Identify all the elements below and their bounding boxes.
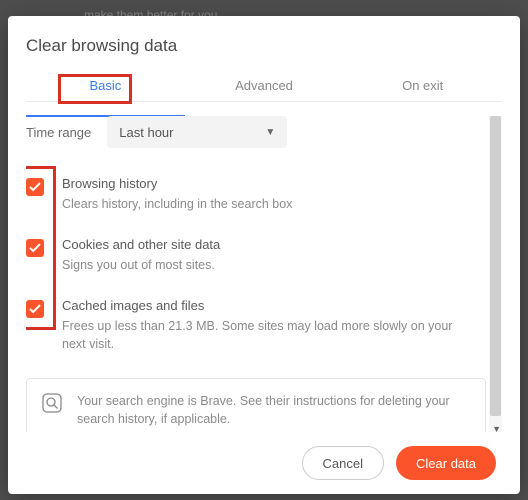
option-cookies[interactable]: Cookies and other site data Signs you ou… xyxy=(26,237,486,274)
dialog-footer: Cancel Clear data xyxy=(26,432,502,480)
option-text: Cookies and other site data Signs you ou… xyxy=(62,237,220,274)
chevron-down-icon: ▼ xyxy=(265,127,275,138)
checkbox-cached[interactable] xyxy=(26,300,44,318)
option-title: Browsing history xyxy=(62,176,292,191)
dialog-scrollarea[interactable]: Time range Last hour ▼ Browsing history … xyxy=(26,116,490,432)
option-desc: Signs you out of most sites. xyxy=(62,256,220,274)
time-range-select[interactable]: Last hour ▼ xyxy=(107,116,287,148)
option-browsing-history[interactable]: Browsing history Clears history, includi… xyxy=(26,176,486,213)
tab-on-exit[interactable]: On exit xyxy=(343,70,502,101)
scrollbar-track[interactable]: ▼ xyxy=(489,116,502,432)
option-title: Cached images and files xyxy=(62,298,462,313)
option-text: Browsing history Clears history, includi… xyxy=(62,176,292,213)
option-cached[interactable]: Cached images and files Frees up less th… xyxy=(26,298,486,353)
scrollbar-down-icon[interactable]: ▼ xyxy=(492,424,501,432)
clear-browsing-data-dialog: Clear browsing data Basic Advanced On ex… xyxy=(8,16,520,494)
scrollbar-thumb[interactable] xyxy=(490,116,501,416)
dialog-tabs: Basic Advanced On exit xyxy=(26,70,502,102)
dialog-title: Clear browsing data xyxy=(26,36,502,56)
checkmark-icon xyxy=(29,242,41,254)
dialog-body: Time range Last hour ▼ Browsing history … xyxy=(26,116,502,432)
time-range-value: Last hour xyxy=(119,125,173,140)
checkmark-icon xyxy=(29,303,41,315)
checkmark-icon xyxy=(29,181,41,193)
time-range-row: Time range Last hour ▼ xyxy=(26,116,486,148)
time-range-label: Time range xyxy=(26,125,91,140)
search-info-icon xyxy=(41,392,63,414)
cancel-button[interactable]: Cancel xyxy=(302,446,384,480)
search-engine-info-text: Your search engine is Brave. See their i… xyxy=(77,392,471,430)
clear-data-button[interactable]: Clear data xyxy=(396,446,496,480)
option-text: Cached images and files Frees up less th… xyxy=(62,298,462,353)
tab-basic[interactable]: Basic xyxy=(26,70,185,101)
search-engine-info: Your search engine is Brave. See their i… xyxy=(26,378,486,433)
checkbox-browsing-history[interactable] xyxy=(26,178,44,196)
option-desc: Frees up less than 21.3 MB. Some sites m… xyxy=(62,317,462,353)
tab-advanced[interactable]: Advanced xyxy=(185,70,344,101)
option-title: Cookies and other site data xyxy=(62,237,220,252)
option-desc: Clears history, including in the search … xyxy=(62,195,292,213)
checkbox-cookies[interactable] xyxy=(26,239,44,257)
